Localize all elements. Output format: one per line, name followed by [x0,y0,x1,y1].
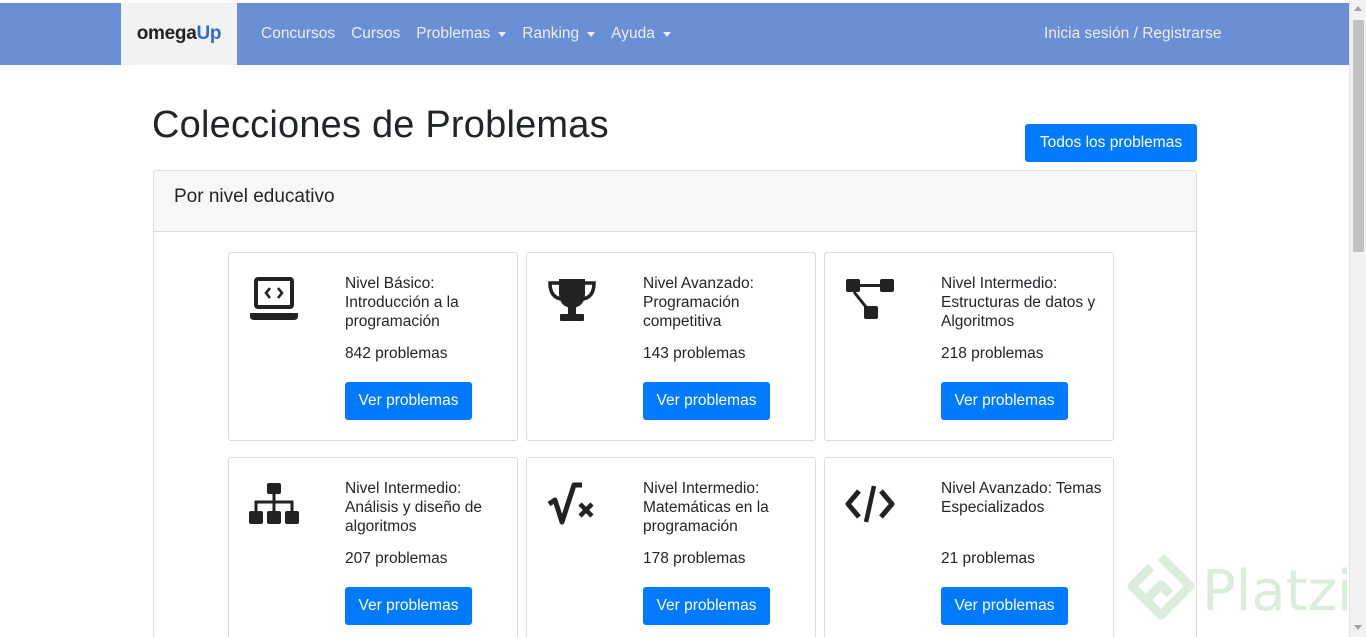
collection-card-basic: Nivel Básico: Introducción a la programa… [228,252,518,441]
collection-card-competitive: Nivel Avanzado: Programación competitiva… [526,252,816,441]
navbar: omega Up Concursos Cursos Problemas Ranki… [0,3,1349,65]
card-title: Nivel Intermedio: Análisis y diseño de a… [345,480,482,535]
caret-down-icon [662,32,671,37]
card-title: Nivel Intermedio: Estructuras de datos y… [941,275,1096,330]
collection-card-data-structures: Nivel Intermedio: Estructuras de datos y… [824,252,1114,441]
card-title: Nivel Intermedio: Matemáticas en la prog… [643,480,769,535]
card-count: 21 problemas [941,550,1035,567]
caret-down-icon [587,32,596,37]
card-title: Nivel Avanzado: Programación competitiva [643,275,754,330]
nav-item-cursos[interactable]: Cursos [351,25,400,43]
platzi-watermark: Platzi [1126,553,1356,633]
code-icon [845,482,895,528]
card-title: Nivel Avanzado: Temas Especializados [941,480,1102,516]
nav-item-concursos[interactable]: Concursos [261,25,335,43]
view-problems-button[interactable]: Ver problemas [345,587,472,625]
panel-title: Por nivel educativo [174,186,335,207]
card-count: 207 problemas [345,550,448,567]
platzi-logo-icon [1127,553,1195,620]
trophy-icon [547,277,597,323]
panel-header: Por nivel educativo [154,171,1196,232]
card-title: Nivel Básico: Introducción a la programa… [345,275,459,330]
nav-item-label: Concursos [261,25,336,42]
caret-down-icon [498,32,507,37]
nav-item-label: Problemas [416,25,491,42]
login-register-link[interactable]: Inicia sesión / Registrarse [1044,3,1221,65]
watermark-text: Platzi [1202,559,1353,624]
brand-logo-omega: omega [136,23,197,44]
scrollbar[interactable] [1349,0,1366,637]
collection-card-algorithms: Nivel Intermedio: Análisis y diseño de a… [228,457,518,637]
brand-logo-up: Up [196,23,222,44]
page-title: Colecciones de Problemas [152,104,609,146]
brand-logo[interactable]: omega Up [121,3,237,65]
nav-item-ranking[interactable]: Ranking [522,25,596,43]
nav-item-ayuda[interactable]: Ayuda [611,25,671,43]
nav-item-label: Ayuda [611,25,655,42]
nav-menu: Concursos Cursos Problemas Ranking Ayuda [261,3,687,65]
all-problems-button[interactable]: Todos los problemas [1025,124,1197,162]
square-root-icon [547,482,597,528]
nav-item-problemas[interactable]: Problemas [416,25,507,43]
view-problems-button[interactable]: Ver problemas [941,587,1068,625]
nav-item-label: Ranking [522,25,580,42]
education-level-panel: Por nivel educativo Nivel Básico: Introd… [153,170,1197,637]
nav-item-label: Cursos [351,25,401,42]
view-problems-button[interactable]: Ver problemas [643,587,770,625]
scroll-thumb[interactable] [1353,20,1364,252]
scroll-up-arrow-icon[interactable] [1354,6,1362,11]
card-count: 143 problemas [643,345,746,362]
card-count: 842 problemas [345,345,448,362]
sitemap-icon [249,482,299,528]
view-problems-button[interactable]: Ver problemas [643,382,770,420]
laptop-code-icon [249,277,299,323]
collection-card-specialized: Nivel Avanzado: Temas Especializados 21 … [824,457,1114,637]
view-problems-button[interactable]: Ver problemas [941,382,1068,420]
card-count: 178 problemas [643,550,746,567]
view-problems-button[interactable]: Ver problemas [345,382,472,420]
project-diagram-icon [845,277,895,323]
card-count: 218 problemas [941,345,1044,362]
collection-card-math: Nivel Intermedio: Matemáticas en la prog… [526,457,816,637]
